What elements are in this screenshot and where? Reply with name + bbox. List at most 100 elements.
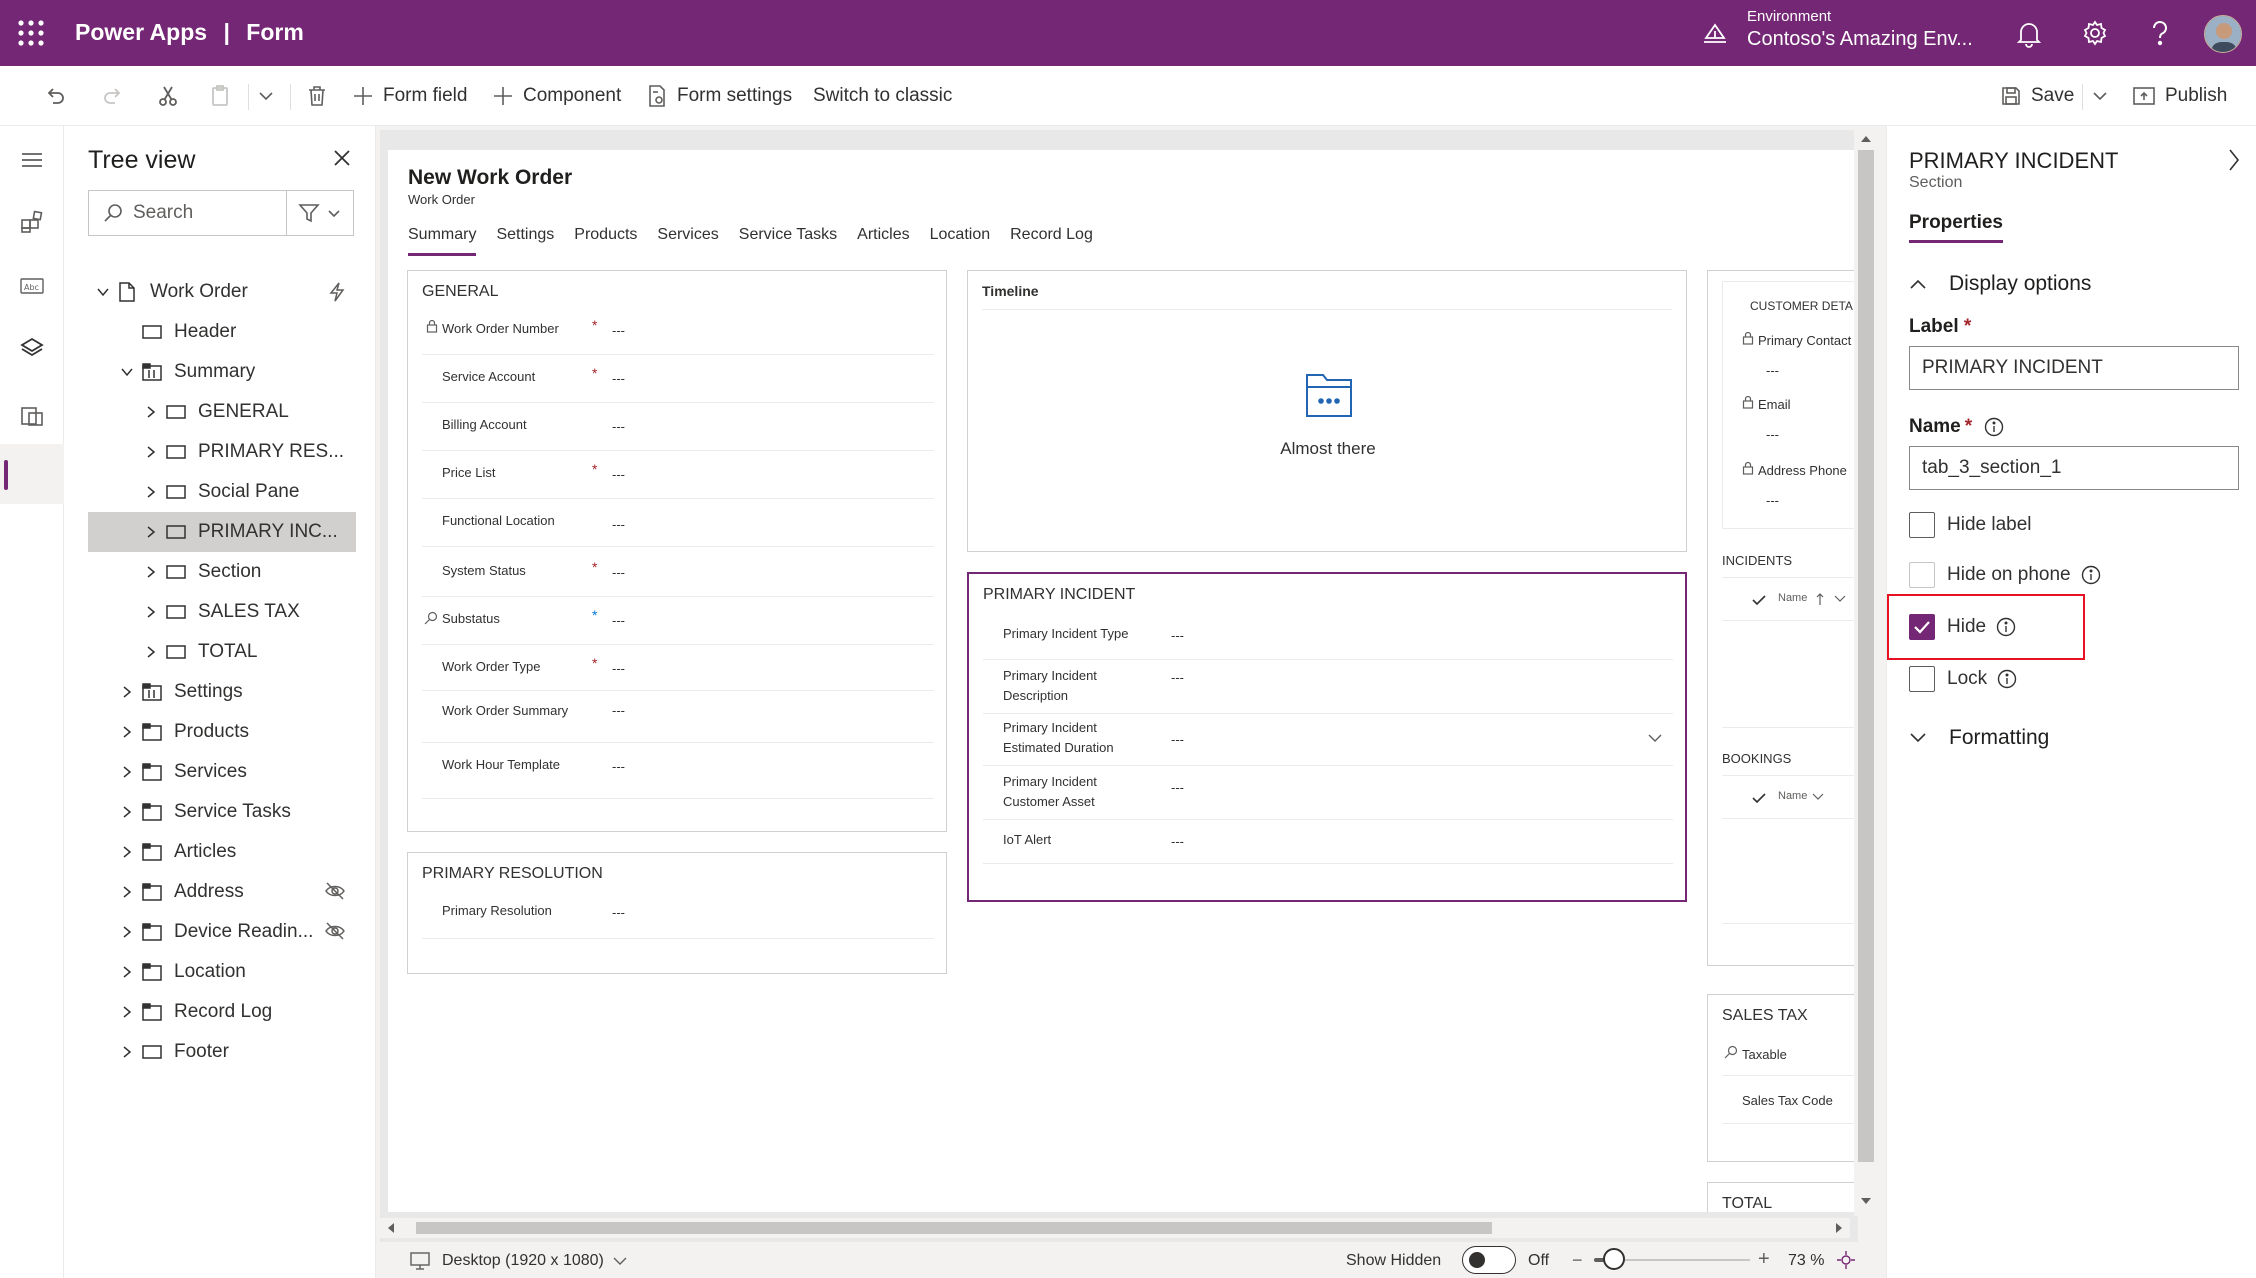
- fields-abc-icon[interactable]: Abc: [18, 272, 46, 300]
- settings-gear-icon[interactable]: [2082, 20, 2108, 46]
- switch-classic-button[interactable]: Switch to classic: [813, 80, 952, 112]
- tree-item-social-pane[interactable]: Social Pane: [88, 472, 356, 512]
- field-functional-location[interactable]: Functional Location ---: [422, 499, 934, 547]
- field-primary-incident-type[interactable]: Primary Incident Type ---: [983, 614, 1673, 660]
- tree-item-record-log[interactable]: Record Log: [88, 992, 356, 1032]
- chevron-right-icon[interactable]: [118, 685, 136, 699]
- tree-item-summary[interactable]: Summary: [88, 352, 356, 392]
- field-price-list[interactable]: Price List * ---: [422, 451, 934, 499]
- fit-to-screen-icon[interactable]: [1836, 1250, 1856, 1270]
- info-icon[interactable]: [1984, 417, 2004, 437]
- show-hidden-toggle[interactable]: [1462, 1246, 1516, 1274]
- environment-icon[interactable]: [1702, 20, 1728, 46]
- canvas-vertical-scrollbar[interactable]: [1854, 130, 1878, 1216]
- form-settings-button[interactable]: Form settings: [646, 80, 792, 112]
- chevron-down-icon[interactable]: [1834, 594, 1846, 604]
- tree-item-primary-incident[interactable]: PRIMARY INC...: [88, 512, 356, 552]
- field-service-account[interactable]: Service Account * ---: [422, 355, 934, 403]
- field-system-status[interactable]: System Status * ---: [422, 547, 934, 597]
- tree-item-general[interactable]: GENERAL: [88, 392, 356, 432]
- tree-item-settings[interactable]: Settings: [88, 672, 356, 712]
- chevron-right-icon[interactable]: [142, 645, 160, 659]
- chevron-right-icon[interactable]: [142, 445, 160, 459]
- tree-item-service-tasks[interactable]: Service Tasks: [88, 792, 356, 832]
- field-work-order-number[interactable]: Work Order Number * ---: [422, 307, 934, 355]
- tree-item-location[interactable]: Location: [88, 952, 356, 992]
- tree-item-articles[interactable]: Articles: [88, 832, 356, 872]
- chevron-right-icon[interactable]: [142, 405, 160, 419]
- field-work-order-type[interactable]: Work Order Type * ---: [422, 645, 934, 691]
- tree-search-input[interactable]: Search: [88, 190, 300, 236]
- chevron-right-icon[interactable]: [118, 925, 136, 939]
- save-button[interactable]: Save: [2000, 80, 2074, 112]
- chevron-down-icon[interactable]: [612, 1254, 628, 1268]
- checkbox-box[interactable]: [1909, 562, 1935, 588]
- info-icon[interactable]: [2081, 565, 2101, 585]
- component-button[interactable]: Component: [492, 80, 621, 112]
- label-input[interactable]: PRIMARY INCIDENT: [1909, 346, 2239, 390]
- scrollbar-thumb[interactable]: [416, 1222, 1492, 1234]
- tree-item-header[interactable]: Header: [88, 312, 356, 352]
- undo-button[interactable]: [44, 80, 77, 112]
- scroll-left-arrow-icon[interactable]: [386, 1222, 396, 1234]
- checkbox-box[interactable]: [1909, 512, 1935, 538]
- properties-tab[interactable]: Properties: [1909, 212, 2003, 243]
- field-substatus[interactable]: Substatus * ---: [422, 597, 934, 645]
- chevron-right-icon[interactable]: [142, 485, 160, 499]
- field-primary-resolution[interactable]: Primary Resolution ---: [422, 889, 934, 939]
- zoom-out-button[interactable]: −: [1572, 1250, 1583, 1271]
- field-work-order-summary[interactable]: Work Order Summary ---: [422, 691, 934, 743]
- notifications-bell-icon[interactable]: [2016, 20, 2042, 48]
- lock-checkbox[interactable]: Lock: [1909, 666, 2017, 692]
- scroll-down-arrow-icon[interactable]: [1860, 1196, 1872, 1206]
- total-section[interactable]: TOTAL: [1707, 1182, 1854, 1212]
- form-field-button[interactable]: Form field: [352, 80, 467, 112]
- tree-item-products[interactable]: Products: [88, 712, 356, 752]
- chevron-right-icon[interactable]: [118, 805, 136, 819]
- chevron-right-icon[interactable]: [118, 965, 136, 979]
- close-icon[interactable]: [332, 148, 352, 168]
- info-icon[interactable]: [1997, 669, 2017, 689]
- cut-button[interactable]: [156, 80, 189, 112]
- business-rules-lightning-icon[interactable]: [328, 282, 346, 302]
- save-options-dropdown[interactable]: [2090, 80, 2119, 112]
- tree-item-total[interactable]: TOTAL: [88, 632, 356, 672]
- device-size-selector[interactable]: Desktop (1920 x 1080): [442, 1252, 604, 1270]
- checkbox-box[interactable]: [1909, 666, 1935, 692]
- primary-incident-section[interactable]: PRIMARY INCIDENT Primary Incident Type -…: [967, 572, 1687, 902]
- display-options-header[interactable]: Display options: [1909, 272, 2091, 296]
- collapse-panel-chevron-icon[interactable]: [2227, 148, 2241, 172]
- tree-item-section[interactable]: Section: [88, 552, 356, 592]
- tree-item-device-readings[interactable]: Device Readin...: [88, 912, 356, 952]
- hamburger-menu-icon[interactable]: [18, 146, 46, 174]
- tree-item-address[interactable]: Address: [88, 872, 356, 912]
- timeline-section[interactable]: Timeline Almost there: [967, 270, 1687, 552]
- delete-button[interactable]: [306, 80, 337, 112]
- name-input[interactable]: tab_3_section_1: [1909, 446, 2239, 490]
- chevron-right-icon[interactable]: [118, 765, 136, 779]
- grid-column-name[interactable]: Name: [1778, 790, 1807, 802]
- field-work-hour-template[interactable]: Work Hour Template ---: [422, 743, 934, 799]
- chevron-right-icon[interactable]: [142, 525, 160, 539]
- scrollbar-thumb[interactable]: [1858, 150, 1874, 1162]
- tree-item-work-order[interactable]: Work Order: [88, 272, 356, 312]
- publish-button[interactable]: Publish: [2132, 80, 2227, 112]
- chevron-right-icon[interactable]: [118, 1045, 136, 1059]
- chevron-right-icon[interactable]: [142, 565, 160, 579]
- chevron-down-icon[interactable]: [94, 285, 112, 299]
- chevron-right-icon[interactable]: [118, 885, 136, 899]
- form-tab-record-log[interactable]: Record Log: [1000, 226, 1103, 256]
- paste-button[interactable]: [208, 80, 241, 112]
- formatting-header[interactable]: Formatting: [1909, 726, 2049, 750]
- checkmark-icon[interactable]: [1752, 792, 1766, 804]
- form-libraries-icon[interactable]: [18, 402, 46, 430]
- components-icon[interactable]: [18, 208, 46, 236]
- tree-view-layers-icon[interactable]: [18, 334, 46, 362]
- chevron-down-icon[interactable]: [118, 365, 136, 379]
- general-section[interactable]: GENERAL Work Order Number * --- Service …: [407, 270, 947, 832]
- zoom-slider-thumb[interactable]: [1602, 1248, 1625, 1270]
- field-iot-alert[interactable]: IoT Alert ---: [983, 820, 1673, 864]
- chevron-down-icon[interactable]: [1647, 730, 1663, 746]
- tree-item-primary-resolution[interactable]: PRIMARY RES...: [88, 432, 356, 472]
- form-tab-articles[interactable]: Articles: [847, 226, 919, 256]
